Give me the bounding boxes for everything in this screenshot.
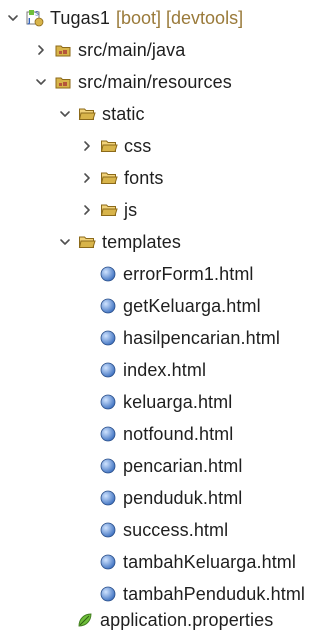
tree-item-label: src/main/resources [78, 72, 232, 92]
file-name: hasilpencarian.html [123, 328, 280, 348]
file-row[interactable]: penduduk.html [99, 482, 242, 514]
chevron-right-icon[interactable] [34, 43, 48, 57]
chevron-right-icon[interactable] [80, 203, 94, 217]
file-name: tambahKeluarga.html [123, 552, 296, 572]
html-file-icon [99, 265, 117, 283]
tree-item-label: templates [102, 232, 181, 252]
file-name: errorForm1.html [123, 264, 254, 284]
tree-row-src-main-java[interactable]: src/main/java [34, 34, 185, 66]
project-decorations: [boot] [devtools] [115, 7, 244, 28]
html-file-icon [99, 457, 117, 475]
file-name: pencarian.html [123, 456, 243, 476]
file-row[interactable]: keluarga.html [99, 386, 232, 418]
file-row[interactable]: success.html [99, 514, 228, 546]
file-name: index.html [123, 360, 207, 380]
file-row[interactable]: errorForm1.html [99, 258, 254, 290]
file-row[interactable]: notfound.html [99, 418, 233, 450]
tree-item-label: js [124, 200, 138, 220]
folder-open-icon [100, 169, 118, 187]
html-file-icon [99, 297, 117, 315]
svg-text:S: S [35, 11, 39, 18]
chevron-down-icon[interactable] [34, 75, 48, 89]
package-folder-icon [54, 73, 72, 91]
tree-row-fonts[interactable]: fonts [80, 162, 164, 194]
html-file-icon [99, 425, 117, 443]
tree-item-label: static [102, 104, 145, 124]
tree-item-label: css [124, 136, 152, 156]
file-name: getKeluarga.html [123, 296, 261, 316]
file-name: notfound.html [123, 424, 234, 444]
svg-text:J: J [27, 17, 31, 25]
tree-row-project[interactable]: S J Tugas1 [boot] [devtools] [6, 2, 243, 34]
tree-row-css[interactable]: css [80, 130, 151, 162]
tree-item-label: src/main/java [78, 40, 186, 60]
chevron-down-icon[interactable] [6, 11, 20, 25]
file-name: keluarga.html [123, 392, 233, 412]
chevron-down-icon[interactable] [58, 235, 72, 249]
folder-open-icon [78, 233, 96, 251]
tree-row-js[interactable]: js [80, 194, 137, 226]
chevron-right-icon[interactable] [80, 139, 94, 153]
file-name: tambahPenduduk.html [123, 584, 306, 604]
html-file-icon [99, 489, 117, 507]
html-file-icon [99, 585, 117, 603]
file-name: success.html [123, 520, 229, 540]
tree-row-application-properties[interactable]: application.properties [76, 604, 273, 636]
html-file-icon [99, 393, 117, 411]
tree-row-static[interactable]: static [58, 98, 145, 130]
file-name: application.properties [100, 610, 274, 630]
project-explorer-tree: S J Tugas1 [boot] [devtools] src/main/ja… [0, 0, 326, 635]
folder-open-icon [100, 137, 118, 155]
leaf-properties-icon [76, 611, 94, 629]
file-row[interactable]: getKeluarga.html [99, 290, 261, 322]
file-name: penduduk.html [123, 488, 243, 508]
tree-row-src-main-resources[interactable]: src/main/resources [34, 66, 232, 98]
tree-item-label: fonts [124, 168, 164, 188]
file-row[interactable]: tambahKeluarga.html [99, 546, 296, 578]
file-row[interactable]: hasilpencarian.html [99, 322, 280, 354]
folder-open-icon [78, 105, 96, 123]
tree-row-templates[interactable]: templates [58, 226, 181, 258]
html-file-icon [99, 361, 117, 379]
chevron-down-icon[interactable] [58, 107, 72, 121]
html-file-icon [99, 329, 117, 347]
file-row[interactable]: pencarian.html [99, 450, 242, 482]
file-row[interactable]: index.html [99, 354, 206, 386]
project-name: Tugas1 [50, 8, 110, 28]
folder-open-icon [100, 201, 118, 219]
spring-project-icon: S J [26, 9, 44, 27]
chevron-right-icon[interactable] [80, 171, 94, 185]
html-file-icon [99, 521, 117, 539]
package-folder-icon [54, 41, 72, 59]
html-file-icon [99, 553, 117, 571]
